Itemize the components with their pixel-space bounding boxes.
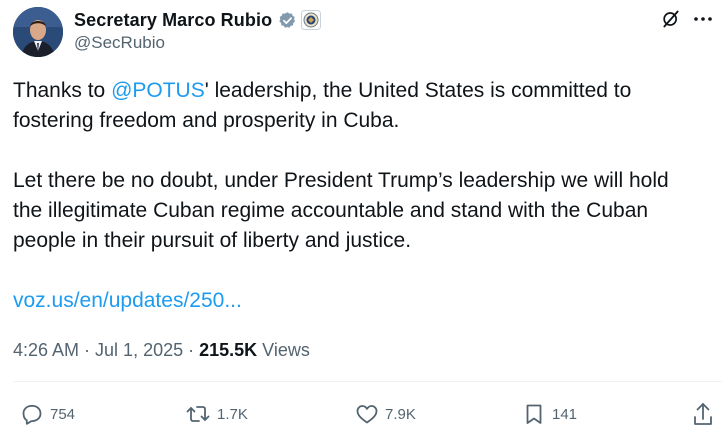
tweet-paragraph-2: Let there be no doubt, under President T…	[13, 169, 669, 252]
tweet-meta: 4:26 AM · Jul 1, 2025 · 215.5K Views	[13, 336, 310, 364]
bookmark-icon	[522, 402, 546, 426]
views-count: 215.5K	[199, 340, 258, 360]
top-actions	[660, 8, 714, 30]
tweet-time[interactable]: 4:26 AM	[13, 340, 79, 360]
repost-count: 1.7K	[217, 405, 248, 423]
tweet-paragraph-1: Thanks to @POTUS' leadership, the United…	[13, 76, 703, 136]
author-handle[interactable]: @SecRubio	[74, 33, 165, 53]
state-department-seal-icon[interactable]	[301, 10, 322, 30]
share-icon	[692, 401, 714, 427]
grok-icon[interactable]	[660, 8, 682, 30]
tweet-date[interactable]: Jul 1, 2025	[95, 340, 183, 360]
tweet-card[interactable]: Secretary Marco Rubio @SecRubio Thanks t…	[0, 0, 722, 441]
tweet-text-segment: Thanks to	[13, 79, 112, 102]
like-count: 7.9K	[385, 405, 416, 423]
share-button[interactable]	[692, 398, 720, 430]
bookmark-count: 141	[552, 405, 578, 423]
like-button[interactable]: 7.9K	[355, 398, 416, 430]
views-label: Views	[257, 340, 310, 360]
verified-badge-icon[interactable]	[278, 11, 297, 30]
reply-icon	[20, 402, 44, 426]
mention-link[interactable]: @POTUS	[111, 79, 205, 102]
more-icon[interactable]	[692, 8, 714, 30]
author-name-row: Secretary Marco Rubio	[74, 8, 322, 32]
heart-icon	[355, 402, 379, 426]
tweet-text: Thanks to @POTUS' leadership, the United…	[13, 76, 703, 256]
reply-count: 754	[50, 405, 76, 423]
divider	[13, 381, 722, 382]
tweet-url-link[interactable]: voz.us/en/updates/250...	[13, 286, 242, 316]
avatar[interactable]	[13, 7, 63, 57]
author-display-name[interactable]: Secretary Marco Rubio	[74, 10, 272, 31]
meta-separator: ·	[183, 340, 200, 360]
action-bar: 754 1.7K 7.9K 141	[0, 398, 722, 430]
avatar-image	[13, 7, 63, 57]
repost-button[interactable]: 1.7K	[185, 398, 248, 430]
bookmark-button[interactable]: 141	[522, 398, 577, 430]
meta-separator: ·	[79, 340, 96, 360]
repost-icon	[185, 402, 211, 426]
reply-button[interactable]: 754	[20, 398, 75, 430]
